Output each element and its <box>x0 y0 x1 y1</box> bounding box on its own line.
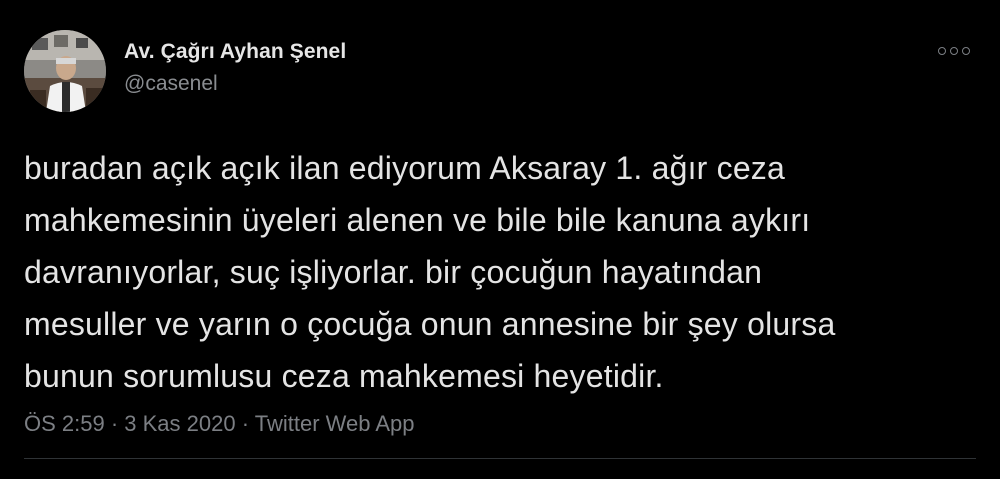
more-dot <box>962 47 970 55</box>
tweet-text-line: davranıyorlar, suç işliyorlar. bir çocuğ… <box>24 254 763 290</box>
tweet-card: Av. Çağrı Ayhan Şenel @casenel buradan a… <box>0 0 1000 479</box>
tweet-text-line: mesuller ve yarın o çocuğa onun annesine… <box>24 306 836 342</box>
profile-photo-icon <box>24 30 106 112</box>
author-handle[interactable]: @casenel <box>124 72 218 96</box>
tweet-text-line: bunun sorumlusu ceza mahkemesi heyetidir… <box>24 358 664 394</box>
tweet-source: Twitter Web App <box>254 411 415 436</box>
author-display-name[interactable]: Av. Çağrı Ayhan Şenel <box>124 40 346 64</box>
more-options-icon[interactable] <box>932 36 976 66</box>
tweet-date[interactable]: 3 Kas 2020 <box>124 411 235 436</box>
tweet-meta: ÖS 2:59 · 3 Kas 2020 · Twitter Web App <box>24 411 415 437</box>
meta-separator: · <box>104 411 125 436</box>
tweet-time[interactable]: ÖS 2:59 <box>24 411 105 436</box>
more-dot <box>938 47 946 55</box>
tweet-text: buradan açık açık ilan ediyorum Aksaray … <box>24 142 974 402</box>
tweet-text-line: mahkemesinin üyeleri alenen ve bile bile… <box>24 202 811 238</box>
divider <box>24 458 976 459</box>
author-avatar[interactable] <box>24 30 106 112</box>
more-dot <box>950 47 958 55</box>
tweet-text-line: buradan açık açık ilan ediyorum Aksaray … <box>24 150 786 186</box>
meta-separator: · <box>235 411 255 436</box>
